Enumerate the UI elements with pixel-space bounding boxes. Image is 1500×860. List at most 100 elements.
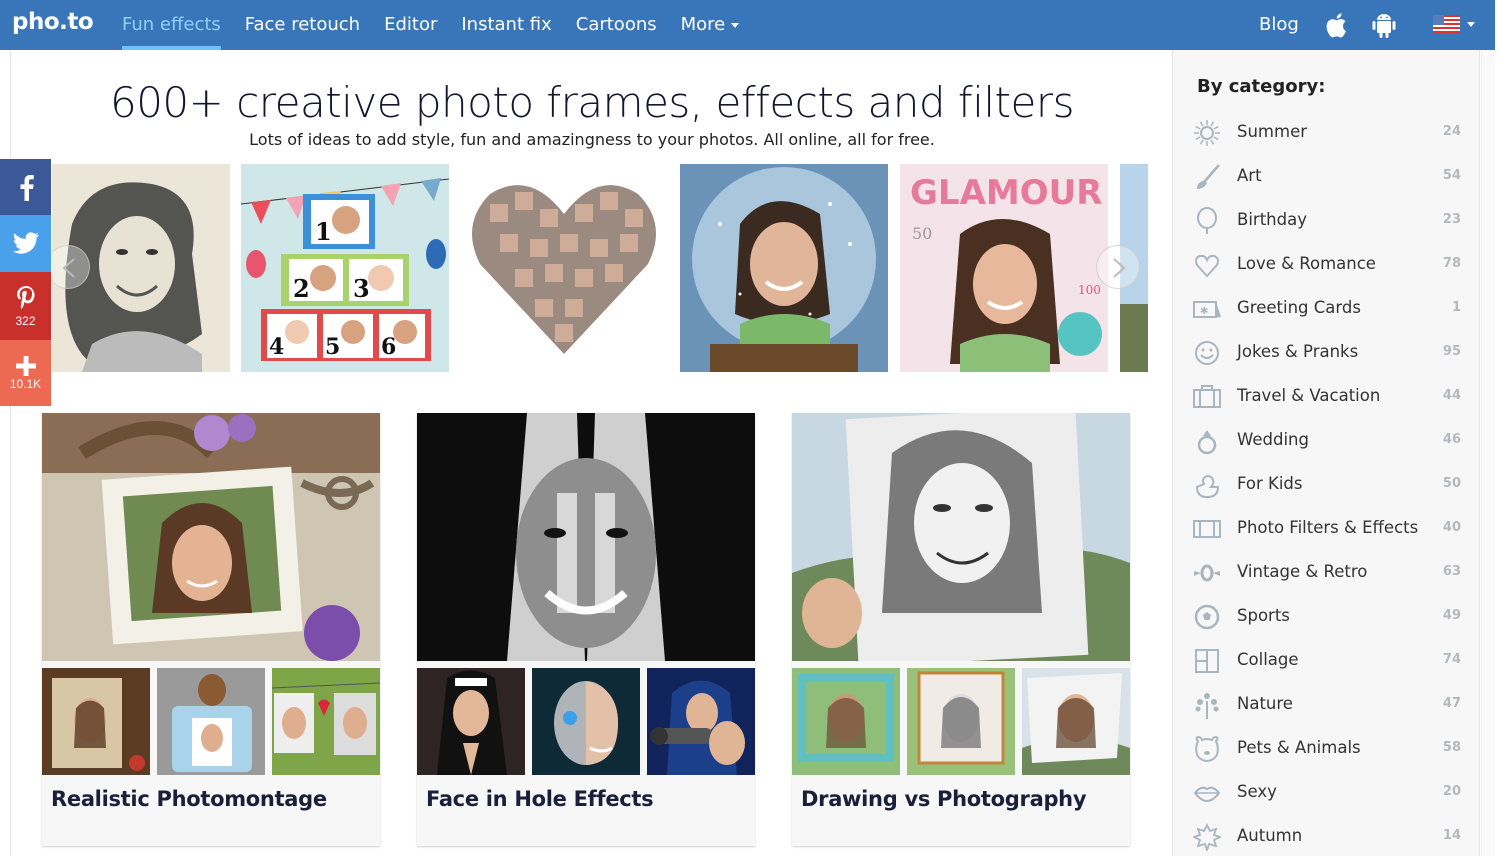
- effect-card-face-in-hole[interactable]: Face in Hole Effects: [417, 413, 755, 846]
- site-logo[interactable]: pho.to: [12, 9, 94, 35]
- category-label: Summer: [1237, 122, 1308, 141]
- nav-more-dropdown[interactable]: More: [669, 0, 752, 50]
- nav-label: Fun effects: [122, 14, 221, 35]
- page-title: 600+ creative photo frames, effects and …: [109, 78, 1075, 127]
- category-count: 40: [1442, 520, 1461, 535]
- nav-label: More: [680, 14, 726, 35]
- card-thumb-cyborg[interactable]: [532, 668, 640, 775]
- page-scrollbar[interactable]: [1481, 50, 1495, 856]
- share-more-button[interactable]: 10.1K: [0, 340, 51, 406]
- card-thumb-teal-frame-sketch[interactable]: [792, 668, 900, 775]
- card-thumb-torn-paper-sketch[interactable]: [1022, 668, 1130, 775]
- category-item-collage[interactable]: Collage 74: [1173, 640, 1479, 684]
- card-thumb-nun[interactable]: [417, 668, 525, 775]
- top-navbar: pho.to Fun effects Face retouch Editor I…: [0, 0, 1495, 50]
- nav-cartoons[interactable]: Cartoons: [564, 0, 669, 50]
- card-main-image: [417, 413, 755, 661]
- vintage-ornament-icon: [1194, 564, 1220, 582]
- smiley-icon: [1195, 341, 1219, 365]
- category-label: Love & Romance: [1237, 254, 1376, 273]
- nav-label: Face retouch: [244, 14, 361, 35]
- maple-leaf-icon: [1193, 823, 1221, 851]
- suitcase-icon: [1193, 385, 1221, 408]
- card-thumb-clothesline[interactable]: [272, 668, 380, 775]
- card-thumb-burnt-paper-sketch[interactable]: [907, 668, 1015, 775]
- category-item-travel-vacation[interactable]: Travel & Vacation 44: [1173, 376, 1479, 420]
- share-twitter-button[interactable]: [0, 215, 51, 272]
- featured-carousel: 1 2 3 4 5 6 GLAMOUR 50 100: [52, 164, 1148, 372]
- android-icon[interactable]: [1370, 10, 1398, 40]
- carousel-slide-glamour-cover[interactable]: GLAMOUR 50 100: [900, 164, 1108, 372]
- collage-grid-icon: [1195, 649, 1219, 673]
- carousel-next-button[interactable]: [1096, 245, 1140, 289]
- category-item-sexy[interactable]: Sexy 20: [1173, 772, 1479, 816]
- category-label: Greeting Cards: [1237, 298, 1361, 317]
- us-flag-icon[interactable]: [1433, 15, 1460, 33]
- category-count: 95: [1442, 344, 1461, 359]
- nav-label: Cartoons: [575, 14, 657, 35]
- category-sidebar: By category: Summer 24 Art 54 Birthday 23 Love…: [1172, 50, 1480, 856]
- category-count: 23: [1442, 212, 1461, 227]
- carousel-slide-heart-collage[interactable]: [460, 164, 668, 372]
- greeting-card-icon: ✱: [1193, 301, 1221, 318]
- apple-icon[interactable]: [1323, 10, 1351, 40]
- share-pinterest-button[interactable]: 322: [0, 272, 51, 340]
- share-facebook-button[interactable]: [0, 159, 51, 215]
- plus-icon: [15, 355, 36, 376]
- category-count: 46: [1442, 432, 1461, 447]
- svg-text:2: 2: [293, 274, 310, 303]
- category-item-vintage-retro[interactable]: Vintage & Retro 63: [1173, 552, 1479, 596]
- card-thumb-hooded-gunman[interactable]: [647, 668, 755, 775]
- svg-text:3: 3: [353, 274, 370, 303]
- category-item-for-kids[interactable]: For Kids 50: [1173, 464, 1479, 508]
- carousel-slide-birthday-collage[interactable]: 1 2 3 4 5 6: [241, 164, 449, 372]
- nav-label: Instant fix: [461, 14, 552, 35]
- nav-fun-effects[interactable]: Fun effects: [110, 0, 233, 50]
- category-item-sports[interactable]: Sports 49: [1173, 596, 1479, 640]
- effect-card-drawing-vs-photography[interactable]: Drawing vs Photography: [792, 413, 1130, 846]
- category-count: 44: [1442, 388, 1461, 403]
- nav-blog-link[interactable]: Blog: [1259, 0, 1299, 50]
- category-item-art[interactable]: Art 54: [1173, 156, 1479, 200]
- language-caret-icon[interactable]: [1467, 22, 1475, 27]
- category-count: 1: [1451, 300, 1461, 315]
- carousel-prev-button[interactable]: [46, 245, 90, 289]
- svg-text:✱: ✱: [1200, 306, 1208, 317]
- plant-icon: [1195, 693, 1219, 719]
- category-item-birthday[interactable]: Birthday 23: [1173, 200, 1479, 244]
- category-label: Collage: [1237, 650, 1299, 669]
- category-item-photo-filters-effects[interactable]: Photo Filters & Effects 40: [1173, 508, 1479, 552]
- birthday-collage-image: 1 2 3 4 5 6: [241, 164, 449, 372]
- category-item-pets-animals[interactable]: Pets & Animals 58: [1173, 728, 1479, 772]
- card-thumb-dog-suitcase[interactable]: [157, 668, 265, 775]
- category-item-nature[interactable]: Nature 47: [1173, 684, 1479, 728]
- card-thumb-book-frame[interactable]: [42, 668, 150, 775]
- category-count: 63: [1442, 564, 1461, 579]
- category-item-love-romance[interactable]: Love & Romance 78: [1173, 244, 1479, 288]
- carousel-slide-snow-globe[interactable]: [680, 164, 888, 372]
- category-count: 49: [1442, 608, 1461, 623]
- card-main-image: [792, 413, 1130, 661]
- category-item-jokes-pranks[interactable]: Jokes & Pranks 95: [1173, 332, 1479, 376]
- glamour-cover-image: GLAMOUR 50 100: [900, 164, 1108, 372]
- effect-card-realistic-photomontage[interactable]: Realistic Photomontage: [42, 413, 380, 846]
- category-label: Travel & Vacation: [1237, 386, 1381, 405]
- caret-down-icon: [731, 22, 740, 28]
- category-item-greeting-cards[interactable]: ✱ Greeting Cards 1: [1173, 288, 1479, 332]
- nav-face-retouch[interactable]: Face retouch: [233, 0, 372, 50]
- sun-icon: [1194, 120, 1220, 146]
- category-item-summer[interactable]: Summer 24: [1173, 112, 1479, 156]
- category-label: Sports: [1237, 606, 1290, 625]
- category-count: 58: [1442, 740, 1461, 755]
- svg-text:5: 5: [325, 334, 340, 360]
- bear-face-icon: [1195, 735, 1219, 763]
- twitter-icon: [12, 231, 39, 254]
- nav-editor[interactable]: Editor: [372, 0, 449, 50]
- total-share-count: 10.1K: [9, 376, 42, 391]
- chevron-right-icon: [1113, 258, 1126, 278]
- category-item-wedding[interactable]: Wedding 46: [1173, 420, 1479, 464]
- category-item-autumn[interactable]: Autumn 14: [1173, 816, 1479, 860]
- nav-instant-fix[interactable]: Instant fix: [449, 0, 563, 50]
- category-label: Birthday: [1237, 210, 1307, 229]
- svg-text:100: 100: [1078, 283, 1101, 297]
